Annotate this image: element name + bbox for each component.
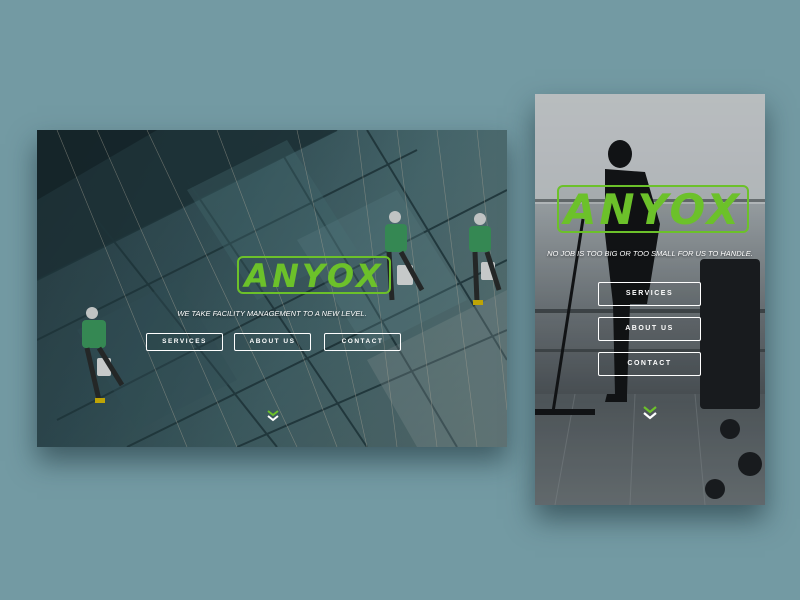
services-button[interactable]: SERVICES (598, 282, 701, 306)
about-us-button[interactable]: ABOUT US (234, 333, 311, 351)
mobile-hero: ANYOX NO JOB IS TOO BIG OR TOO SMALL FOR… (535, 94, 765, 505)
brand-logo[interactable]: ANYOX (237, 256, 391, 294)
services-button[interactable]: SERVICES (146, 333, 223, 351)
desktop-hero: ANYOX WE TAKE FACILITY MANAGEMENT TO A N… (37, 130, 507, 447)
showcase-stage: ANYOX WE TAKE FACILITY MANAGEMENT TO A N… (0, 0, 800, 600)
hero-tagline: NO JOB IS TOO BIG OR TOO SMALL FOR US TO… (547, 249, 753, 258)
contact-button[interactable]: CONTACT (598, 352, 701, 376)
hero-tagline: WE TAKE FACILITY MANAGEMENT TO A NEW LEV… (177, 309, 367, 318)
chevron-down-double-icon[interactable] (642, 406, 658, 420)
brand-logo[interactable]: ANYOX (557, 185, 749, 233)
about-us-button[interactable]: ABOUT US (598, 317, 701, 341)
desktop-mockup: ANYOX WE TAKE FACILITY MANAGEMENT TO A N… (37, 130, 507, 447)
chevron-down-double-icon[interactable] (266, 410, 280, 422)
mobile-mockup: ANYOX NO JOB IS TOO BIG OR TOO SMALL FOR… (535, 94, 765, 505)
contact-button[interactable]: CONTACT (324, 333, 401, 351)
